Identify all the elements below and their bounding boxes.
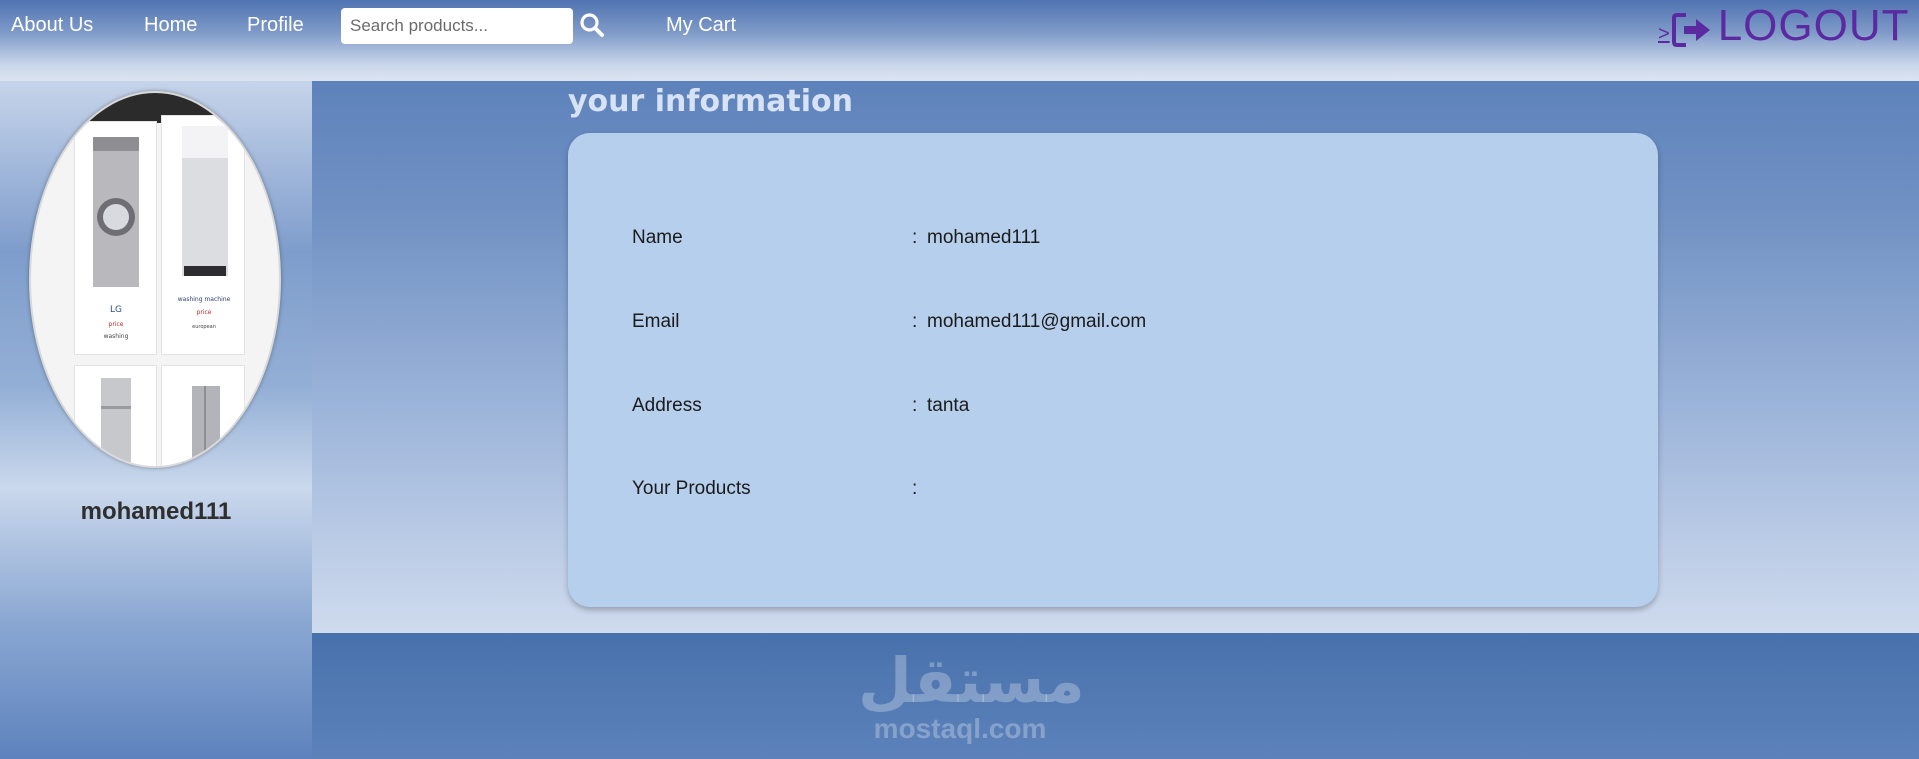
search-icon[interactable] (579, 12, 605, 38)
sign-out-icon (1671, 12, 1716, 48)
avatar: LG price washing washing machine price e… (29, 91, 281, 468)
product-thumb-fridge-2 (161, 365, 245, 466)
top-navbar: About Us Home Profile My Cart > LOGOUT (0, 0, 1919, 81)
svg-text:price: price (197, 309, 212, 316)
nav-home[interactable]: Home (144, 14, 197, 37)
user-info-card: Name : mohamed111 Email : mohamed111@gma… (568, 133, 1658, 607)
info-key: Name (632, 227, 683, 248)
page-title: your information (568, 84, 853, 119)
info-key: Your Products (632, 478, 751, 499)
product-thumb-washer: LG price washing (74, 121, 157, 355)
watermark-logo: مستقل mostaql.com (858, 644, 1085, 744)
profile-username: mohamed111 (80, 498, 232, 525)
info-key: Address (632, 395, 702, 416)
svg-text:european: european (192, 324, 216, 330)
product-thumb-fridge (74, 365, 157, 466)
watermark-arabic: مستقل (858, 644, 1085, 717)
nav-profile[interactable]: Profile (247, 14, 304, 37)
watermark-url: mostaql.com (873, 713, 1047, 744)
info-separator: : (912, 395, 918, 416)
info-separator: : (912, 227, 918, 248)
info-value: mohamed111 (927, 227, 1041, 248)
info-separator: : (912, 478, 918, 499)
footer (312, 633, 1919, 759)
svg-text:price: price (109, 321, 124, 328)
search-input[interactable] (341, 8, 573, 44)
nav-about-us[interactable]: About Us (11, 14, 93, 37)
logout-button[interactable]: > LOGOUT (1658, 4, 1909, 48)
svg-text:LG: LG (110, 305, 122, 315)
info-separator: : (912, 311, 918, 332)
product-thumb-topload: washing machine price european (161, 115, 245, 355)
info-key: Email (632, 311, 680, 332)
logout-chevron: > (1658, 23, 1670, 45)
nav-my-cart[interactable]: My Cart (666, 14, 736, 37)
info-value: mohamed111@gmail.com (927, 311, 1147, 332)
info-value: tanta (927, 395, 970, 416)
logout-label: LOGOUT (1717, 1, 1910, 50)
svg-text:washing: washing (104, 333, 129, 340)
svg-text:washing machine: washing machine (178, 296, 231, 303)
profile-sidebar: LG price washing washing machine price e… (0, 81, 312, 759)
